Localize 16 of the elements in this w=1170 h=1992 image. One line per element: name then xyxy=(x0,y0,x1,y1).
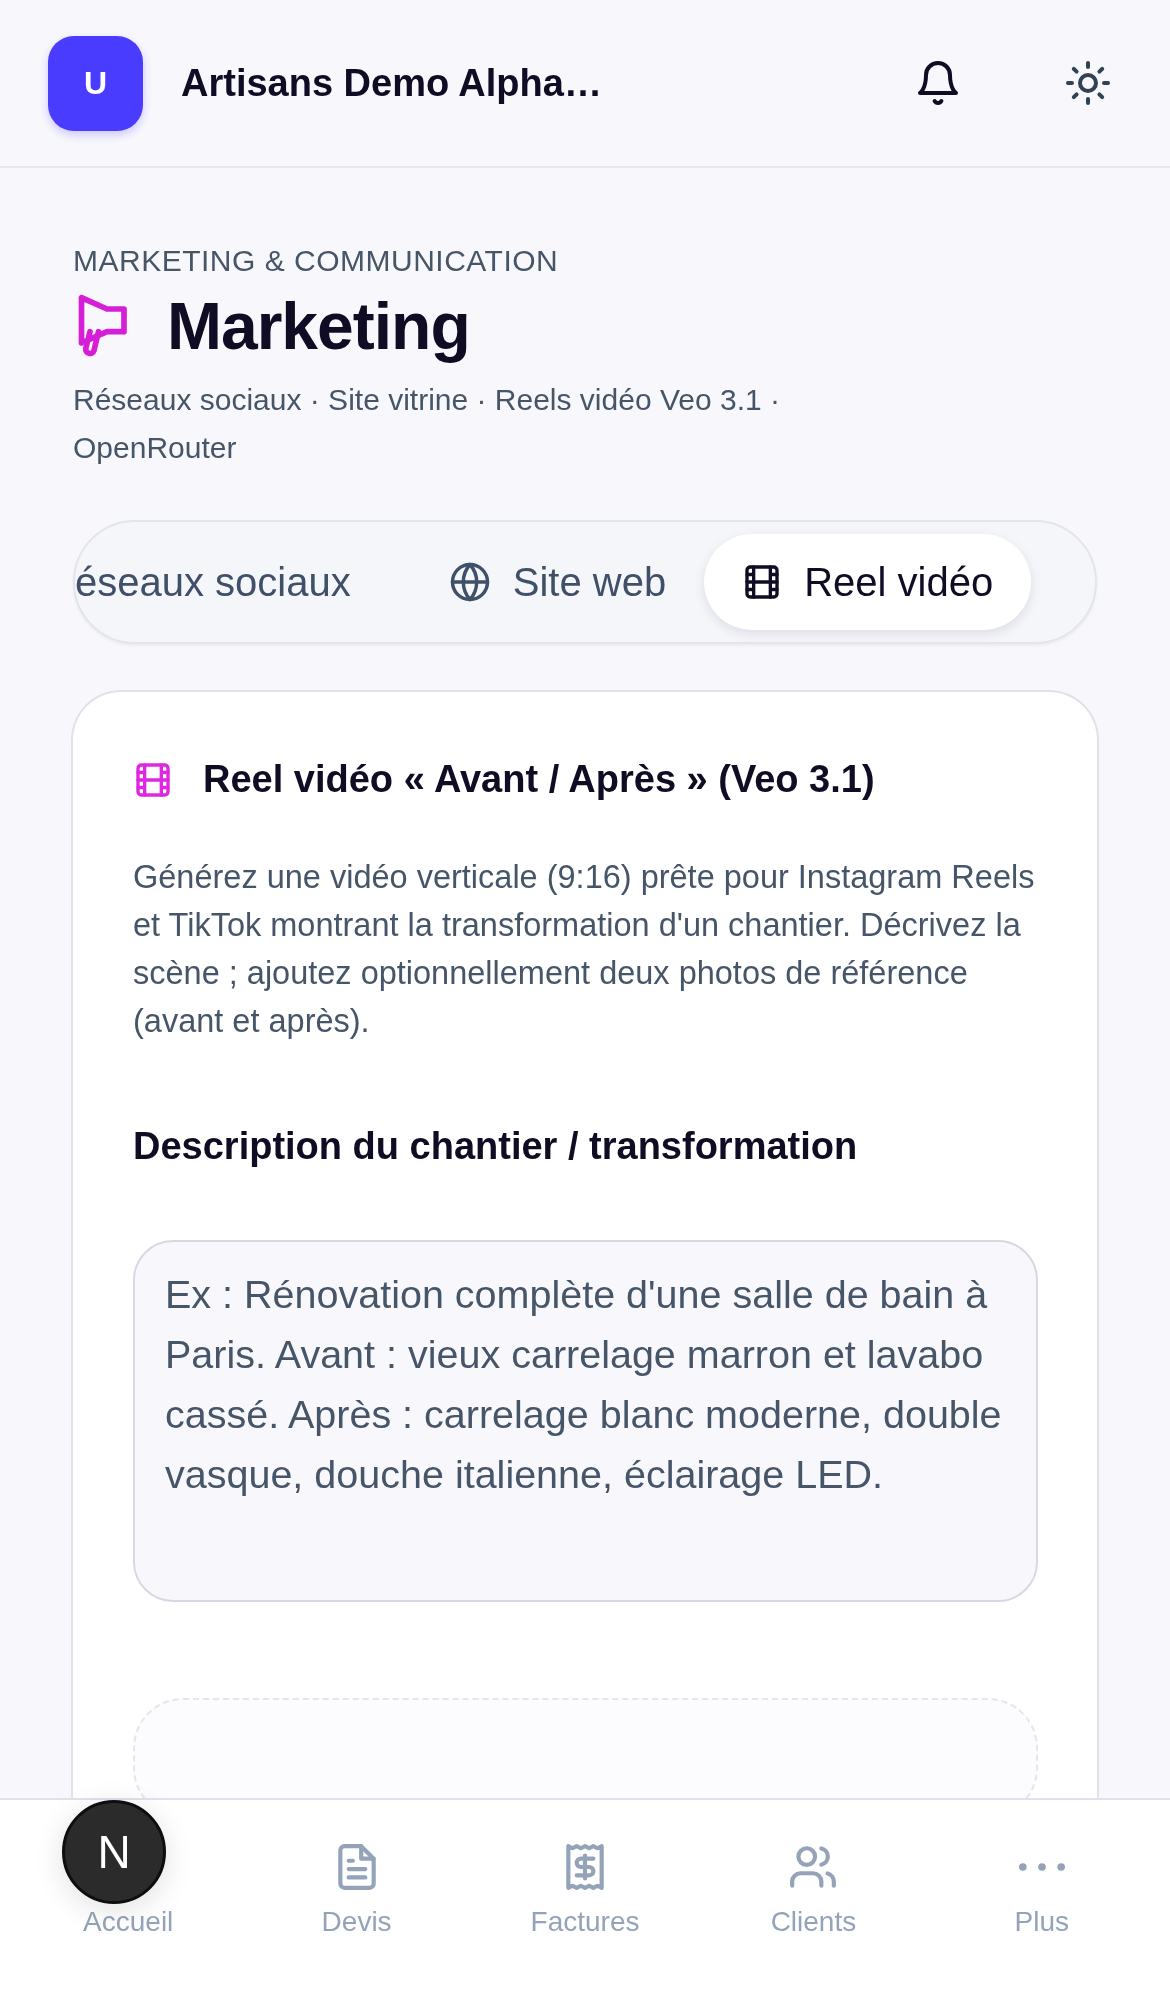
page-subtitle: Réseaux sociaux · Site vitrine · Reels vidéo Veo 3.1 · OpenRouter xyxy=(73,382,781,466)
tab[interactable]: Reel vidéo xyxy=(704,534,1032,630)
page-title: Marketing xyxy=(167,288,470,364)
user-avatar[interactable]: U xyxy=(48,35,143,131)
globe-icon xyxy=(448,561,491,603)
more-icon xyxy=(1018,1861,1065,1873)
card-title: Reel vidéo « Avant / Après » (Veo 3.1) xyxy=(203,758,875,801)
sun-icon xyxy=(1064,59,1112,107)
workspace-title: Artisans Demo Alpha… xyxy=(181,61,603,105)
card-description: Générez une vidéo verticale (9:16) prête pour Instagram Reels et TikTok montrant la transformation d'un chantier. Décrivez la scène ; ajoutez optionnellement deux photos de référence (avant et après). xyxy=(133,858,1036,1041)
description-field[interactable]: Ex : Rénovation complète d'une salle de bain à Paris. Avant : vieux carrelage marron et lavabo cassé. Après : carrelage blanc moderne, double vasque, douche italienne, éclairage LED. xyxy=(133,1240,1038,1602)
field-label: Description du chantier / transformation xyxy=(133,1125,859,1168)
dev-tools-badge[interactable]: N xyxy=(97,1825,131,1879)
tab[interactable]: Site web xyxy=(410,534,705,630)
tab[interactable]: éseaux sociaux xyxy=(75,534,411,630)
section-eyebrow: MARKETING & COMMUNICATION xyxy=(73,244,560,278)
